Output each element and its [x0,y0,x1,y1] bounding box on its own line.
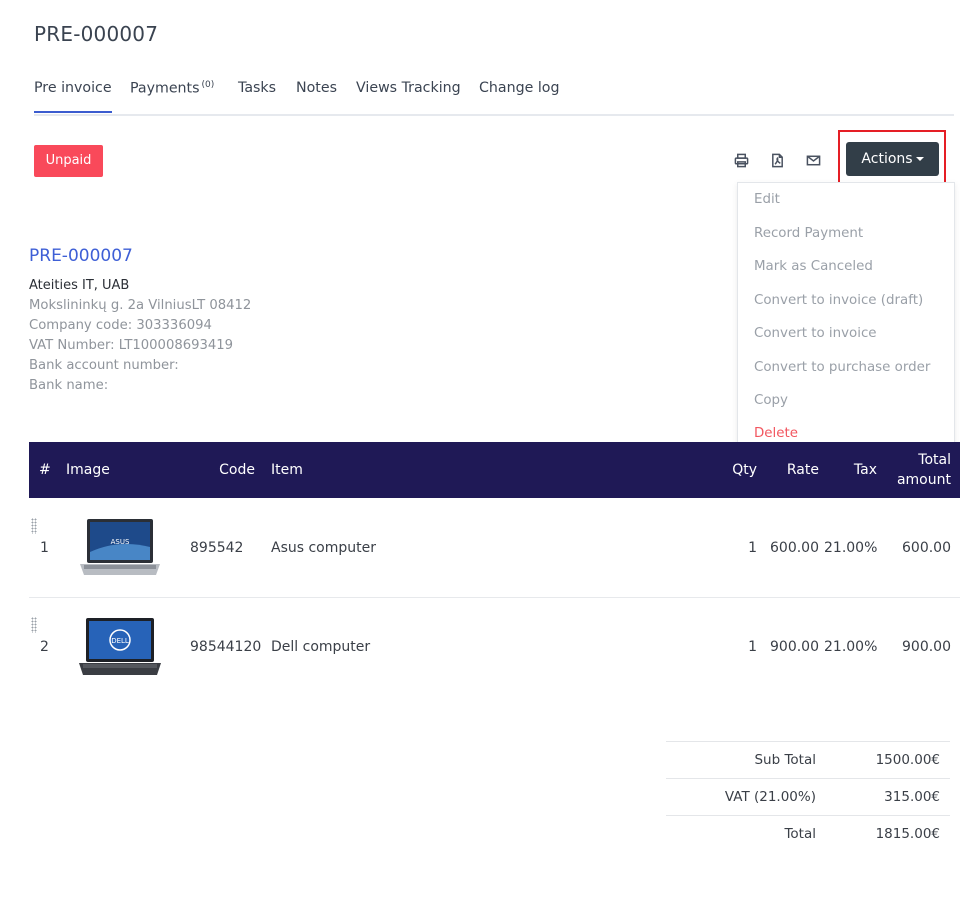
tab-pre-invoice[interactable]: Pre invoice [34,80,112,113]
subtotal-row: Sub Total 1500.00€ [666,742,950,778]
subtotal-label: Sub Total [754,752,816,768]
tab-bar: Pre invoice Payments (0) Tasks Notes View… [34,80,954,116]
table-row: 2 DELL 98544120 Dell computer 1 900.00 2… [29,607,960,696]
tab-change-log[interactable]: Change log [479,80,559,96]
row-qty: 1 [748,639,757,655]
row-number: 1 [40,540,49,556]
vat-value: 315.00€ [884,789,940,805]
vat-label: VAT (21.00%) [724,789,816,805]
menu-item-convert-invoice[interactable]: Convert to invoice [754,326,877,341]
print-icon[interactable] [732,151,750,169]
document-number[interactable]: PRE-000007 [29,246,133,266]
menu-item-convert-purchase-order[interactable]: Convert to purchase order [754,360,930,375]
col-total-amount: Total amount [879,442,951,498]
tab-notes[interactable]: Notes [296,80,337,96]
drag-handle-icon[interactable] [31,617,37,633]
row-total: 900.00 [902,639,951,655]
row-tax: 21.00% [824,639,878,655]
col-total-line2: amount [896,472,951,488]
col-number: # [39,462,51,478]
row-code: 895542 [190,540,244,556]
vat-row: VAT (21.00%) 315.00€ [666,779,950,815]
actions-highlight-box [838,130,946,186]
table-row: 1 ASUS 895542 Asus computer 1 600.00 21.… [29,508,960,597]
tab-tasks[interactable]: Tasks [238,80,276,96]
col-tax: Tax [853,462,877,478]
drag-handle-icon[interactable] [31,518,37,534]
svg-text:ASUS: ASUS [111,538,130,546]
col-code: Code [219,462,255,478]
pdf-icon[interactable] [768,151,786,169]
company-name: Ateities IT, UAB [29,278,130,293]
col-qty: Qty [732,462,757,478]
page-title: PRE-000007 [34,22,159,46]
menu-item-copy[interactable]: Copy [754,393,788,408]
company-code: Company code: 303336094 [29,318,212,333]
total-value: 1815.00€ [875,826,940,842]
menu-item-edit[interactable]: Edit [754,192,780,207]
bank-account-number: Bank account number: [29,358,179,373]
menu-item-record-payment[interactable]: Record Payment [754,226,863,241]
menu-item-mark-canceled[interactable]: Mark as Canceled [754,259,873,274]
tab-payments[interactable]: Payments (0) [130,80,214,97]
email-icon[interactable] [804,151,822,169]
bank-name: Bank name: [29,378,109,393]
menu-item-convert-invoice-draft[interactable]: Convert to invoice (draft) [754,293,923,308]
payments-count: (0) [201,80,215,90]
col-image: Image [66,462,110,478]
row-number: 2 [40,639,49,655]
tab-views-tracking[interactable]: Views Tracking [356,80,461,96]
total-row: Total 1815.00€ [666,816,950,852]
menu-item-delete[interactable]: Delete [754,426,798,441]
vat-number: VAT Number: LT100008693419 [29,338,234,353]
row-code: 98544120 [190,639,262,655]
dell-laptop-image: DELL [78,616,162,678]
items-table-header: # Image Code Item Qty Rate Tax Total amo… [29,442,960,498]
total-label: Total [784,826,816,842]
row-total: 600.00 [902,540,951,556]
row-item: Asus computer [271,540,377,556]
row-item: Dell computer [271,639,371,655]
asus-laptop-image: ASUS [78,517,162,579]
row-rate: 600.00 [770,540,819,556]
col-rate: Rate [786,462,819,478]
svg-text:DELL: DELL [111,637,129,645]
actions-dropdown-menu: Edit Record Payment Mark as Canceled Con… [737,182,955,454]
col-item: Item [271,462,303,478]
status-badge: Unpaid [34,145,103,177]
tab-payments-label: Payments [130,80,200,97]
row-rate: 900.00 [770,639,819,655]
row-tax: 21.00% [824,540,878,556]
company-address: Mokslininkų g. 2a VilniusLT 08412 [29,298,252,313]
row-qty: 1 [748,540,757,556]
col-total-line1: Total [918,452,951,468]
subtotal-value: 1500.00€ [875,752,940,768]
row-divider [29,597,960,598]
